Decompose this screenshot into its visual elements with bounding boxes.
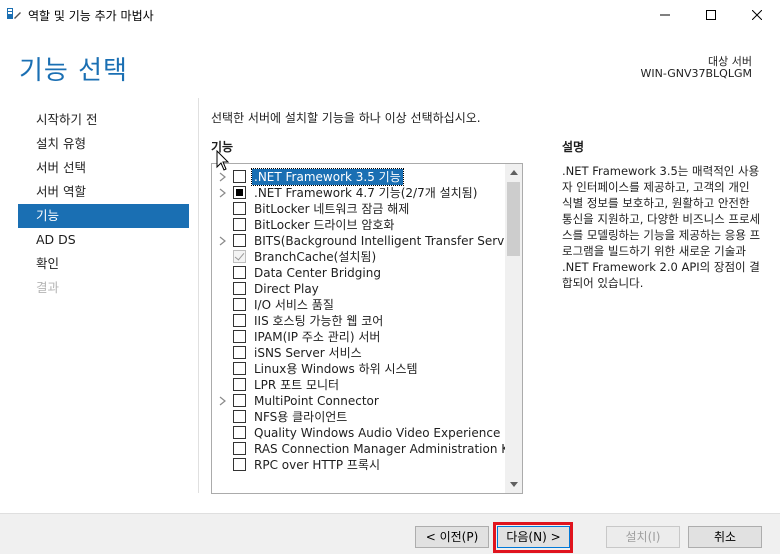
nav-item-server-roles[interactable]: 서버 역할 — [18, 180, 189, 204]
close-button[interactable] — [734, 0, 780, 30]
feature-checkbox[interactable] — [233, 266, 246, 279]
window-title: 역할 및 기능 추가 마법사 — [28, 9, 154, 23]
feature-checkbox[interactable] — [233, 330, 246, 343]
feature-label: Data Center Bridging — [254, 266, 381, 280]
feature-label: Linux용 Windows 하위 시스템 — [254, 362, 418, 376]
feature-row[interactable]: BITS(Background Intelligent Transfer Ser… — [212, 233, 522, 249]
feature-row[interactable]: I/O 서비스 품질 — [212, 297, 505, 313]
features-tree[interactable]: .NET Framework 3.5 기능 .NET Framework 4.7 … — [211, 163, 523, 494]
expand-arrow-icon[interactable] — [219, 188, 227, 198]
previous-button[interactable]: < 이전(P) — [415, 526, 489, 548]
install-button: 설치(I) — [606, 526, 680, 548]
feature-checkbox[interactable] — [233, 298, 246, 311]
nav-item-server-selection[interactable]: 서버 선택 — [18, 156, 189, 180]
feature-checkbox[interactable] — [233, 346, 246, 359]
feature-checkbox[interactable] — [233, 394, 246, 407]
feature-checkbox — [233, 250, 246, 263]
nav-item-installation-type[interactable]: 설치 유형 — [18, 132, 189, 156]
app-icon — [7, 8, 21, 19]
mouse-cursor-icon — [216, 150, 230, 171]
feature-label: .NET Framework 4.7 기능(2/7개 설치됨) — [254, 186, 478, 200]
feature-label: RPC over HTTP 프록시 — [254, 458, 380, 472]
feature-checkbox[interactable] — [233, 362, 246, 375]
feature-row[interactable]: BranchCache(설치됨) — [212, 249, 505, 265]
feature-row[interactable]: .NET Framework 4.7 기능(2/7개 설치됨) — [212, 185, 505, 201]
feature-label: BITS(Background Intelligent Transfer Ser… — [254, 234, 523, 248]
cancel-button[interactable]: 취소 — [688, 526, 762, 548]
feature-row[interactable]: Direct Play — [212, 281, 505, 297]
feature-row[interactable]: .NET Framework 3.5 기능 — [212, 168, 505, 186]
wizard-nav: 시작하기 전 설치 유형 서버 선택 서버 역할 기능 AD DS 확인 결과 — [18, 108, 189, 300]
feature-checkbox[interactable] — [233, 282, 246, 295]
scroll-up-arrow-icon — [509, 170, 518, 175]
description-text: .NET Framework 3.5는 매력적인 사용자 인터페이스를 제공하고… — [562, 164, 761, 290]
feature-checkbox[interactable] — [233, 314, 246, 327]
page-title: 기능 선택 — [19, 56, 128, 86]
feature-row[interactable]: RPC over HTTP 프록시 — [212, 457, 505, 473]
feature-checkbox[interactable] — [233, 186, 246, 199]
expand-arrow-icon[interactable] — [219, 396, 227, 406]
instruction-text: 선택한 서버에 설치할 기능을 하나 이상 선택하십시오. — [211, 111, 481, 125]
feature-checkbox[interactable] — [233, 234, 246, 247]
feature-row[interactable]: iSNS Server 서비스 — [212, 345, 505, 361]
divider — [198, 98, 199, 493]
feature-row[interactable]: RAS Connection Manager Administration Ki… — [212, 441, 522, 457]
feature-label: NFS용 클라이언트 — [254, 410, 348, 424]
feature-label: Direct Play — [254, 282, 319, 296]
feature-label: BitLocker 드라이브 암호화 — [254, 218, 395, 232]
feature-label: Quality Windows Audio Video Experience — [254, 426, 501, 440]
feature-row[interactable]: BitLocker 네트워크 잠금 해제 — [212, 201, 505, 217]
nav-item-ad-ds[interactable]: AD DS — [18, 228, 189, 252]
maximize-button[interactable] — [688, 0, 734, 30]
scroll-down-arrow-icon — [509, 482, 518, 487]
feature-row[interactable]: Data Center Bridging — [212, 265, 505, 281]
target-server-name: WIN-GNV37BLQLGM — [640, 67, 752, 80]
maximize-icon — [706, 10, 716, 20]
feature-label: BitLocker 네트워크 잠금 해제 — [254, 202, 410, 216]
close-icon — [752, 10, 762, 20]
title-bar: 역할 및 기능 추가 마법사 — [0, 0, 780, 30]
nav-item-results: 결과 — [36, 280, 60, 295]
feature-label: .NET Framework 3.5 기능 — [251, 168, 404, 186]
feature-row[interactable]: BitLocker 드라이브 암호화 — [212, 217, 505, 233]
nav-item-features[interactable]: 기능 — [18, 204, 189, 228]
feature-row[interactable]: NFS용 클라이언트 — [212, 409, 505, 425]
feature-row[interactable]: Linux용 Windows 하위 시스템 — [212, 361, 505, 377]
vertical-scrollbar[interactable] — [505, 164, 522, 493]
feature-row[interactable]: IIS 호스팅 가능한 웹 코어 — [212, 313, 505, 329]
feature-row[interactable]: Quality Windows Audio Video Experience — [212, 425, 505, 441]
feature-checkbox[interactable] — [233, 378, 246, 391]
feature-label: IPAM(IP 주소 관리) 서버 — [254, 330, 381, 344]
minimize-icon — [660, 14, 670, 16]
nav-item-confirmation[interactable]: 확인 — [18, 252, 189, 276]
next-button[interactable]: 다음(N) > — [497, 526, 570, 548]
expand-arrow-icon[interactable] — [219, 172, 227, 182]
feature-label: IIS 호스팅 가능한 웹 코어 — [254, 314, 384, 328]
feature-label: iSNS Server 서비스 — [254, 346, 362, 360]
feature-checkbox[interactable] — [233, 202, 246, 215]
feature-label: I/O 서비스 품질 — [254, 298, 334, 312]
feature-label: MultiPoint Connector — [254, 394, 379, 408]
feature-checkbox[interactable] — [233, 442, 246, 455]
description-heading: 설명 — [562, 140, 585, 154]
wizard-footer: < 이전(P) 다음(N) > 설치(I) 취소 — [0, 513, 780, 554]
feature-checkbox[interactable] — [233, 170, 246, 183]
minimize-button[interactable] — [642, 0, 688, 30]
feature-label: LPR 포트 모니터 — [254, 378, 340, 392]
feature-row[interactable]: MultiPoint Connector — [212, 393, 505, 409]
feature-row[interactable]: IPAM(IP 주소 관리) 서버 — [212, 329, 505, 345]
nav-item-before-you-begin[interactable]: 시작하기 전 — [18, 108, 189, 132]
feature-checkbox[interactable] — [233, 426, 246, 439]
scroll-thumb[interactable] — [507, 182, 520, 256]
feature-label: BranchCache(설치됨) — [254, 250, 377, 264]
feature-label: RAS Connection Manager Administration Ki… — [254, 442, 523, 456]
scroll-down-button[interactable] — [505, 476, 522, 493]
feature-checkbox[interactable] — [233, 410, 246, 423]
scroll-up-button[interactable] — [505, 164, 522, 181]
feature-checkbox[interactable] — [233, 218, 246, 231]
expand-arrow-icon[interactable] — [219, 236, 227, 246]
feature-row[interactable]: LPR 포트 모니터 — [212, 377, 505, 393]
feature-checkbox[interactable] — [233, 458, 246, 471]
